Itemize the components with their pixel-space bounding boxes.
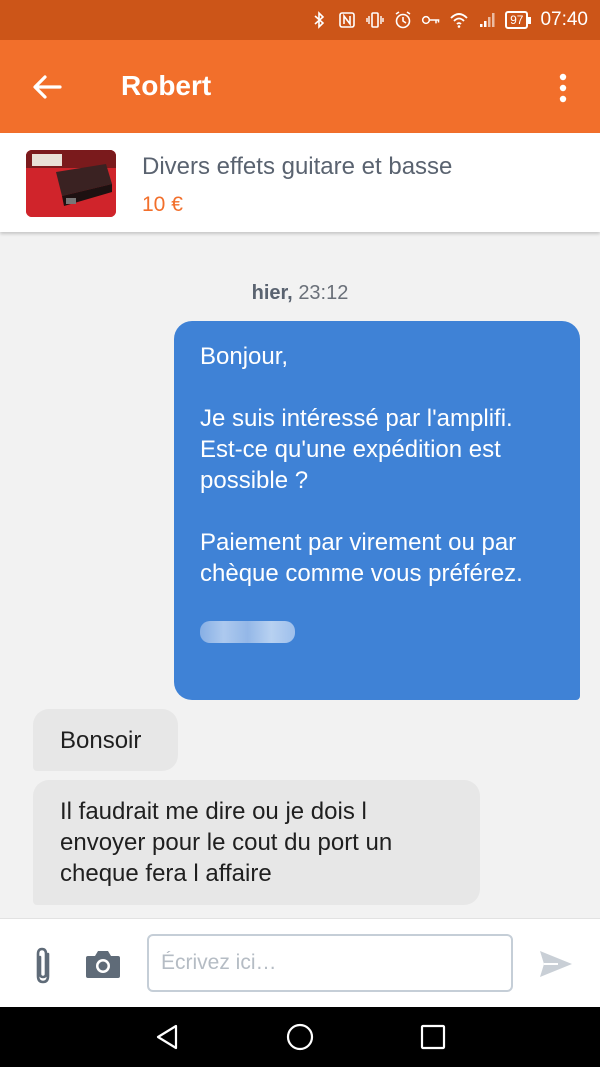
listing-title: Divers effets guitare et basse (142, 153, 453, 180)
message-paragraph: Paiement par virement ou par chèque comm… (200, 529, 523, 587)
bluetooth-icon (314, 11, 325, 29)
conversation-title: Robert (121, 70, 212, 101)
arrow-left-icon[interactable] (30, 70, 64, 104)
listing-thumbnail (26, 150, 116, 217)
back-triangle-icon[interactable] (152, 1022, 182, 1052)
send-icon[interactable] (538, 948, 574, 980)
message-composer (0, 918, 600, 1008)
redacted-signature (200, 621, 295, 643)
message-greeting: Bonjour, (200, 343, 289, 370)
incoming-message[interactable]: Il faudrait me dire ou je dois l envoyer… (33, 780, 480, 905)
paperclip-icon[interactable] (30, 946, 58, 986)
message-paragraph: Je suis intéressé par l'amplifi. Est-ce … (200, 405, 513, 494)
camera-icon[interactable] (84, 947, 122, 981)
wifi-icon (450, 13, 468, 28)
status-bar: 97 07:40 (0, 0, 600, 40)
vibrate-icon (366, 12, 384, 28)
alarm-icon (395, 11, 411, 29)
status-icons: 97 07:40 (309, 0, 588, 40)
signal-icon (480, 13, 495, 27)
message-input[interactable] (147, 934, 513, 992)
key-icon (422, 15, 440, 25)
system-nav-bar (0, 1007, 600, 1067)
recents-square-icon[interactable] (418, 1022, 448, 1052)
home-circle-icon[interactable] (285, 1022, 315, 1052)
incoming-message[interactable]: Bonsoir (33, 709, 178, 771)
message-timestamp: hier, 23:12 (0, 282, 600, 305)
wah-pedal-image (26, 150, 116, 217)
nfc-icon (339, 12, 355, 28)
app-bar: Robert (0, 40, 600, 133)
message-text: Il faudrait me dire ou je dois l envoyer… (60, 798, 393, 887)
listing-price: 10 € (142, 193, 183, 216)
outgoing-message[interactable]: Bonjour, Je suis intéressé par l'amplifi… (174, 321, 580, 700)
more-vertical-icon[interactable] (552, 71, 574, 105)
battery-icon: 97 (505, 11, 532, 29)
listing-card[interactable]: Divers effets guitare et basse 10 € (0, 133, 600, 232)
timestamp-day: hier, (251, 282, 293, 304)
timestamp-time: 23:12 (298, 282, 349, 304)
status-time: 07:40 (540, 9, 588, 30)
message-text: Bonsoir (60, 727, 142, 754)
